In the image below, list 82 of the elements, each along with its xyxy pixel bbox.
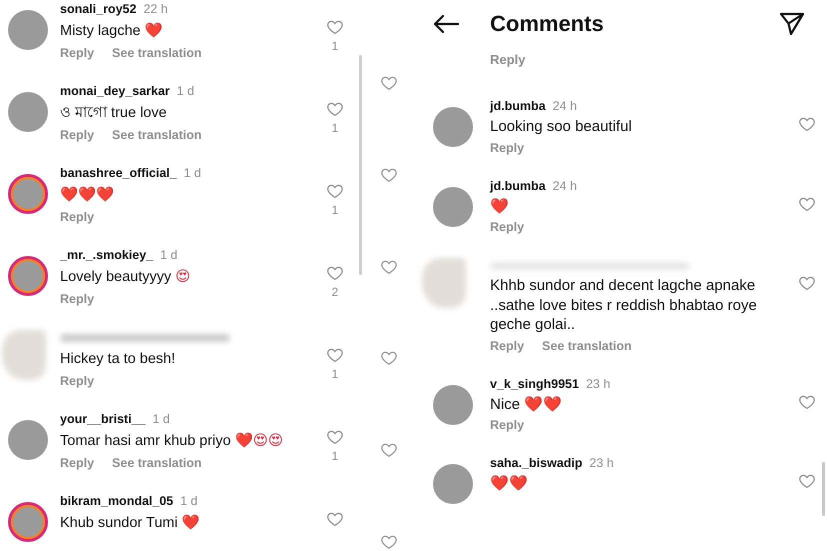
avatar-placeholder[interactable]	[8, 92, 48, 132]
avatar-placeholder[interactable]	[433, 186, 473, 226]
comment-time: 1 d	[184, 166, 202, 180]
heart-icon[interactable]	[798, 274, 816, 292]
like-count: 1	[332, 121, 338, 135]
comment-time: 1 d	[152, 412, 170, 426]
comment-text: Tomar hasi amr khub priyo ❤😍😍	[60, 432, 284, 451]
username[interactable]: your__bristi__	[60, 412, 146, 426]
comment-text: Hickey ta to besh!	[60, 350, 176, 369]
see-translation-link[interactable]: See translation	[542, 338, 632, 352]
see-translation-link[interactable]: See translation	[112, 128, 202, 142]
like-count: 2	[332, 285, 338, 299]
comment-time: 24 h	[552, 178, 577, 192]
heart-icon[interactable]	[326, 264, 344, 282]
comment-time: 24 h	[552, 99, 577, 113]
heart-icon[interactable]	[379, 441, 399, 460]
comment-time: 23 h	[589, 456, 614, 470]
like-count: 1	[332, 449, 338, 463]
comment-text: Misty lagche ❤	[60, 22, 164, 41]
comment-time: 1 d	[160, 248, 178, 262]
username[interactable]: jd.bumba	[490, 178, 546, 192]
avatar-placeholder[interactable]	[433, 107, 473, 147]
comment-text: Looking soo beautiful	[490, 117, 633, 136]
comment-text: Khub sundor Tumi ❤	[60, 514, 201, 533]
reply-link[interactable]: Reply	[60, 210, 94, 224]
reply-link[interactable]: Reply	[60, 128, 94, 142]
like-count: 1	[332, 367, 338, 381]
like-count: 1	[332, 203, 338, 217]
comment-time: 23 h	[586, 376, 610, 390]
reply-link[interactable]: Reply	[490, 52, 526, 67]
comment-text: ❤	[490, 196, 510, 216]
comment-text: Khhb sundor and decent lagche apnake ..sathe love bites r reddish bhabtao roye geche golai..	[490, 276, 758, 334]
heart-icon[interactable]	[326, 100, 344, 118]
comment-time: 1 d	[176, 84, 194, 98]
comment-time: 22 h	[143, 2, 168, 16]
scrollbar[interactable]	[359, 55, 362, 275]
scrollbar[interactable]	[822, 462, 825, 516]
avatar-placeholder[interactable]	[433, 384, 473, 424]
avatar-placeholder[interactable]	[8, 256, 48, 296]
comment-text: ❤❤	[490, 474, 529, 494]
username[interactable]: saha._biswadip	[490, 456, 582, 470]
see-translation-link[interactable]: See translation	[112, 46, 202, 60]
paper-plane-icon[interactable]	[779, 12, 805, 36]
avatar-placeholder[interactable]	[8, 502, 48, 542]
reply-link[interactable]: Reply	[60, 46, 94, 60]
heart-icon[interactable]	[379, 533, 399, 551]
reply-link[interactable]: Reply	[60, 292, 94, 306]
heart-icon[interactable]	[798, 472, 816, 490]
reply-link[interactable]: Reply	[60, 456, 94, 470]
see-translation-link[interactable]: See translation	[112, 456, 202, 470]
heart-icon[interactable]	[326, 18, 344, 36]
avatar-placeholder[interactable]	[8, 10, 48, 50]
reply-link[interactable]: Reply	[490, 418, 524, 432]
username[interactable]: sonali_roy52	[60, 2, 136, 16]
comment-text: Lovely beautyyyy 😍	[60, 268, 192, 287]
heart-icon[interactable]	[379, 74, 399, 92]
avatar-placeholder[interactable]	[8, 420, 48, 460]
heart-icon[interactable]	[326, 346, 344, 364]
like-count: 1	[332, 39, 338, 53]
heart-icon[interactable]	[326, 510, 344, 528]
username[interactable]: monai_dey_sarkar	[60, 84, 170, 98]
comment-text: ও মাগো true love	[60, 104, 168, 123]
username[interactable]: banashree_official_	[60, 166, 177, 180]
reply-link[interactable]: Reply	[60, 374, 94, 388]
heart-icon[interactable]	[379, 349, 399, 368]
username[interactable]: _mr._.smokiey_	[60, 248, 154, 262]
reply-link[interactable]: Reply	[490, 140, 524, 154]
username[interactable]: jd.bumba	[490, 99, 546, 113]
page-title: Comments	[490, 11, 605, 37]
username[interactable]: bikram_mondal_05	[60, 494, 174, 508]
avatar-placeholder[interactable]	[8, 174, 48, 214]
reply-link[interactable]: Reply	[490, 220, 524, 234]
comment-time: 1 d	[180, 494, 198, 508]
username[interactable]: v_k_singh9951	[490, 376, 579, 390]
comment-text: Nice ❤❤	[490, 394, 564, 414]
reply-link[interactable]: Reply	[490, 338, 524, 352]
comment-text: ❤❤❤	[60, 186, 115, 205]
back-arrow-icon[interactable]	[432, 14, 460, 34]
heart-icon[interactable]	[326, 182, 344, 200]
heart-icon[interactable]	[326, 428, 344, 446]
avatar-placeholder[interactable]	[433, 464, 473, 504]
heart-icon[interactable]	[798, 115, 816, 133]
